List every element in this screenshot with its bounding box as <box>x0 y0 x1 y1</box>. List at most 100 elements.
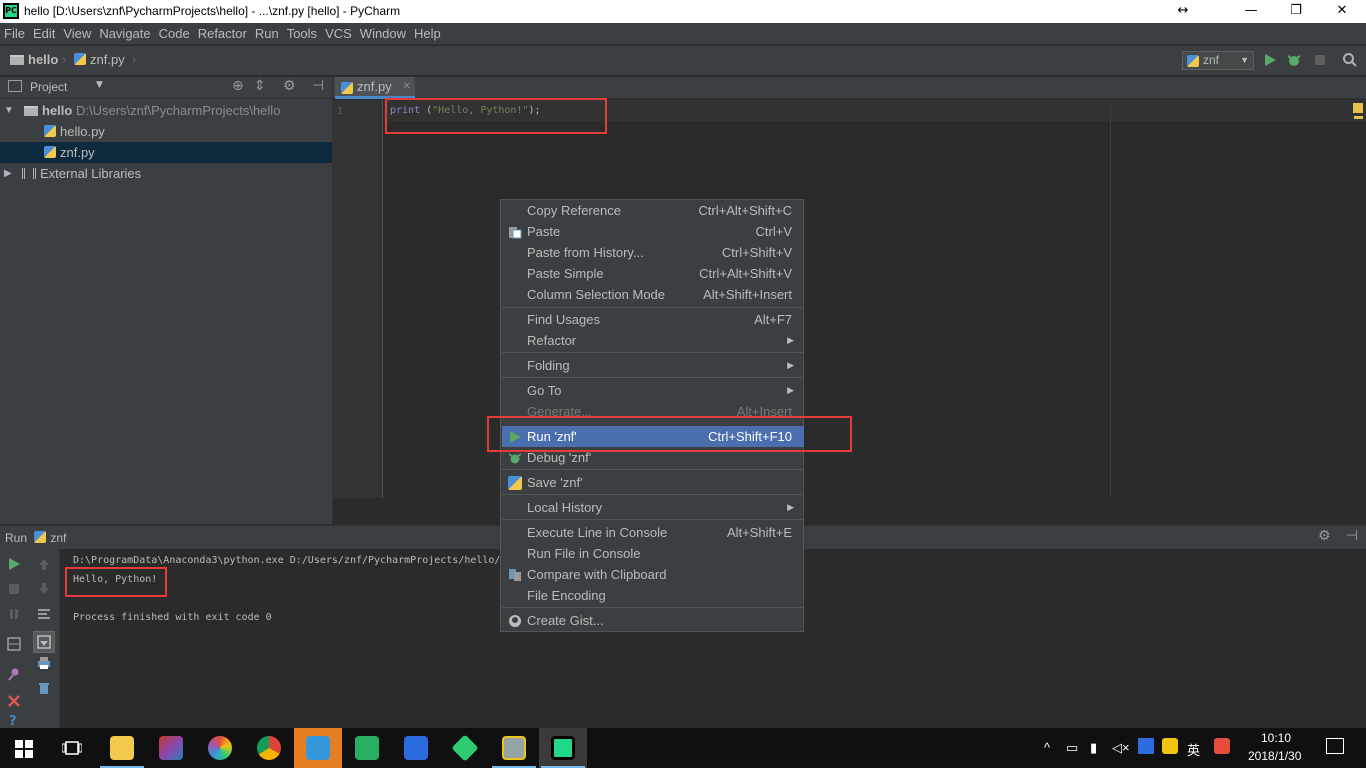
stop-icon[interactable] <box>7 582 21 596</box>
network-icon[interactable]: ▭ <box>1066 740 1078 756</box>
menu-item-save-znf[interactable]: Save 'znf' <box>502 472 804 493</box>
collapsed-triangle-icon[interactable]: ▶ <box>4 163 12 184</box>
run-configuration-select[interactable]: znf ▼ <box>1182 51 1254 70</box>
windows-start-icon[interactable] <box>15 740 33 758</box>
menu-item-paste[interactable]: Paste Ctrl+V <box>502 221 804 242</box>
menu-item-execute-line-in-console[interactable]: Execute Line in Console Alt+Shift+E <box>502 522 804 543</box>
run-button[interactable] <box>1262 52 1278 68</box>
taskbar-app-transfer[interactable] <box>441 728 489 768</box>
menu-view[interactable]: View <box>59 23 95 45</box>
menu-vcs[interactable]: VCS <box>321 23 356 45</box>
archive-app-icon <box>159 736 183 760</box>
tree-item-external-libraries[interactable]: ▶ External Libraries <box>0 163 332 184</box>
tree-item-hello-py[interactable]: hello.py <box>0 121 332 142</box>
line-number: 1 <box>337 106 344 117</box>
menu-item-folding[interactable]: Folding ▶ <box>502 355 804 376</box>
soft-wrap-icon[interactable] <box>37 607 51 621</box>
menu-file[interactable]: File <box>0 23 29 45</box>
clock-date[interactable]: 2018/1/30 <box>1248 749 1301 763</box>
debug-button[interactable] <box>1286 52 1302 68</box>
expanded-triangle-icon[interactable]: ▼ <box>4 100 14 121</box>
menu-item-copy-reference[interactable]: Copy Reference Ctrl+Alt+Shift+C <box>502 200 804 221</box>
menu-item-find-usages[interactable]: Find Usages Alt+F7 <box>502 309 804 330</box>
menu-item-local-history[interactable]: Local History ▶ <box>502 497 804 518</box>
action-center-icon[interactable] <box>1326 738 1344 754</box>
down-arrow-icon[interactable] <box>37 582 51 596</box>
close-window-button[interactable]: ✕ <box>1319 0 1365 23</box>
trash-icon[interactable] <box>37 681 51 695</box>
rerun-icon[interactable] <box>7 557 21 571</box>
breadcrumb-file[interactable]: znf.py <box>74 52 125 67</box>
tree-item-znf-py[interactable]: znf.py <box>0 142 332 163</box>
input-method-indicator[interactable]: 英 <box>1187 740 1200 759</box>
gear-icon[interactable]: ⚙ <box>1318 528 1331 544</box>
taskbar-app-chart[interactable] <box>490 728 538 768</box>
menu-item-file-encoding[interactable]: File Encoding <box>502 585 804 606</box>
menu-code[interactable]: Code <box>155 23 194 45</box>
print-icon[interactable] <box>37 656 51 670</box>
qq-tray-icon[interactable] <box>1162 738 1178 754</box>
taskbar-app-writer[interactable] <box>392 728 440 768</box>
collapse-all-icon[interactable]: ⇕ <box>254 78 266 94</box>
menu-item-refactor[interactable]: Refactor ▶ <box>502 330 804 351</box>
stop-button[interactable] <box>1312 52 1328 68</box>
hide-panel-icon[interactable]: ⊣ <box>1346 528 1358 544</box>
menu-item-paste-from-history[interactable]: Paste from History... Ctrl+Shift+V <box>502 242 804 263</box>
pause-icon[interactable] <box>7 607 21 621</box>
taskbar-pycharm[interactable] <box>539 728 587 768</box>
menu-run[interactable]: Run <box>251 23 283 45</box>
error-stripe-marker[interactable] <box>1354 116 1363 119</box>
pin-icon[interactable] <box>7 667 21 681</box>
menu-item-create-gist[interactable]: Create Gist... <box>502 610 804 631</box>
show-hidden-icons-chevron-up-icon[interactable]: ^ <box>1044 740 1050 755</box>
taskbar-app-favorites[interactable] <box>294 728 342 768</box>
inspection-status-icon[interactable] <box>1353 103 1363 113</box>
gear-icon[interactable]: ⚙ <box>283 78 296 94</box>
up-arrow-icon[interactable] <box>37 557 51 571</box>
menu-item-compare-with-clipboard[interactable]: Compare with Clipboard <box>502 564 804 585</box>
chevron-down-icon[interactable]: ▼ <box>96 80 103 90</box>
close-icon[interactable] <box>7 694 21 708</box>
help-icon[interactable]: ? <box>9 714 17 729</box>
menu-item-column-selection-mode[interactable]: Column Selection Mode Alt+Shift+Insert <box>502 284 804 305</box>
taskbar-app-sheets[interactable] <box>343 728 391 768</box>
menu-tools[interactable]: Tools <box>283 23 321 45</box>
menu-item-go-to[interactable]: Go To ▶ <box>502 380 804 401</box>
menu-help[interactable]: Help <box>410 23 445 45</box>
close-tab-icon[interactable]: ✕ <box>403 77 411 97</box>
menu-window[interactable]: Window <box>356 23 410 45</box>
taskbar-chrome[interactable] <box>245 728 293 768</box>
wps-tray-icon[interactable] <box>1138 738 1154 754</box>
minimize-button[interactable]: — <box>1228 0 1274 23</box>
tree-item-project-root[interactable]: ▼ hello D:\Users\znf\PycharmProjects\hel… <box>0 100 332 121</box>
restore-button[interactable]: ❐ <box>1273 0 1319 23</box>
taskbar-app-photos[interactable] <box>196 728 244 768</box>
taskbar-file-explorer[interactable] <box>98 728 146 768</box>
search-icon[interactable] <box>1342 52 1358 68</box>
window-title-bar: PC hello [D:\Users\znf\PycharmProjects\h… <box>0 0 1366 23</box>
submenu-arrow-icon: ▶ <box>787 335 794 345</box>
clock-time[interactable]: 10:10 <box>1261 731 1291 745</box>
volume-icon[interactable]: ◁× <box>1112 740 1130 756</box>
menu-separator <box>502 307 804 308</box>
resize-icon[interactable]: ↔ <box>1160 0 1206 23</box>
scroll-to-end-button[interactable] <box>33 631 55 653</box>
menu-item-run-file-in-console[interactable]: Run File in Console <box>502 543 804 564</box>
project-view-label[interactable]: Project <box>30 80 67 94</box>
taskbar-app-archive[interactable] <box>147 728 195 768</box>
menu-navigate[interactable]: Navigate <box>95 23 154 45</box>
restore-layout-icon[interactable] <box>7 637 21 651</box>
hide-panel-icon[interactable]: ⊣ <box>312 78 324 94</box>
battery-icon[interactable]: ▮ <box>1090 740 1097 756</box>
sogou-input-icon[interactable] <box>1214 738 1230 754</box>
python-file-icon <box>34 531 47 543</box>
locate-icon[interactable]: ⊕ <box>232 78 244 94</box>
tab-znf-py[interactable]: znf.py ✕ <box>335 77 415 99</box>
menu-item-paste-simple[interactable]: Paste Simple Ctrl+Alt+Shift+V <box>502 263 804 284</box>
menu-edit[interactable]: Edit <box>29 23 59 45</box>
menu-refactor[interactable]: Refactor <box>194 23 251 45</box>
breadcrumb-project[interactable]: hello <box>10 52 58 67</box>
menu-separator <box>502 469 804 470</box>
task-view-icon[interactable] <box>62 740 82 756</box>
debug-icon <box>508 453 522 464</box>
